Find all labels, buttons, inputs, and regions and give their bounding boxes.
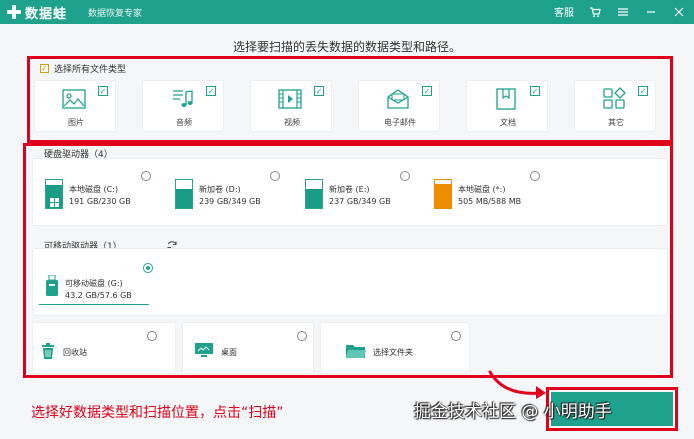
- hard-drives-panel: 本地磁盘 (C:) 191 GB/230 GB 新加卷 (D:) 239 GB/…: [32, 158, 668, 226]
- file-type-image[interactable]: ✓ 图片: [34, 80, 116, 132]
- folder-icon: [346, 345, 366, 358]
- drive-item[interactable]: 新加卷 (E:) 237 GB/349 GB: [305, 179, 415, 217]
- location-select-folder[interactable]: 选择文件夹: [320, 322, 470, 374]
- file-type-label: 文档: [500, 118, 516, 127]
- drive-capacity: 239 GB/349 GB: [199, 197, 261, 206]
- email-icon: [387, 89, 409, 109]
- file-type-label: 视频: [284, 118, 300, 127]
- plus-logo-icon: [6, 4, 22, 20]
- removable-drives-panel: 可移动磁盘 (G:) 43.2 GB/57.6 GB: [32, 248, 668, 316]
- cart-icon[interactable]: [588, 5, 602, 19]
- drive-radio[interactable]: [270, 171, 280, 181]
- drive-item[interactable]: 本地磁盘 (*:) 505 MB/588 MB: [434, 179, 544, 217]
- selected-underline: [39, 304, 149, 305]
- drive-item[interactable]: 新加卷 (D:) 239 GB/349 GB: [175, 179, 285, 217]
- drive-name: 本地磁盘 (C:): [69, 185, 119, 194]
- drive-capacity: 191 GB/230 GB: [69, 197, 131, 206]
- location-recycle-bin[interactable]: 回收站: [32, 322, 176, 374]
- select-all-file-types[interactable]: ✓ 选择所有文件类型: [40, 62, 126, 75]
- others-icon: [603, 87, 626, 109]
- audio-icon: [173, 90, 193, 107]
- drive-capacity: 505 MB/588 MB: [458, 197, 522, 206]
- drive-name: 本地磁盘 (*:): [458, 185, 506, 194]
- drive-name: 可移动磁盘 (G:): [65, 279, 123, 288]
- instruction-text: 选择好数据类型和扫描位置，点击“扫描”: [31, 405, 284, 421]
- drive-radio[interactable]: [530, 171, 540, 181]
- location-label: 选择文件夹: [373, 348, 413, 357]
- video-icon: [278, 89, 302, 109]
- location-radio[interactable]: [451, 331, 461, 341]
- recycle-bin-icon: [42, 343, 54, 359]
- file-type-checkbox[interactable]: ✓: [530, 86, 540, 96]
- file-type-checkbox[interactable]: ✓: [206, 86, 216, 96]
- drive-usage-bar: [45, 179, 63, 209]
- file-type-video[interactable]: ✓ 视频: [250, 80, 332, 132]
- drive-usage-bar: [305, 179, 323, 209]
- drive-capacity: 237 GB/349 GB: [329, 197, 391, 206]
- file-type-checkbox[interactable]: ✓: [98, 86, 108, 96]
- location-label: 回收站: [63, 348, 87, 357]
- document-icon: [496, 88, 516, 110]
- file-type-checkbox[interactable]: ✓: [422, 86, 432, 96]
- brand-name: 数据蛙: [25, 6, 68, 22]
- close-icon[interactable]: [672, 5, 686, 19]
- location-radio[interactable]: [297, 331, 307, 341]
- file-type-checkbox[interactable]: ✓: [314, 86, 324, 96]
- file-type-label: 其它: [608, 118, 624, 127]
- windows-logo-icon: [50, 198, 59, 207]
- page-title: 选择要扫描的丢失数据的数据类型和路径。: [232, 40, 461, 54]
- app-subtitle: 数据恢复专家: [88, 9, 143, 19]
- file-type-label: 音频: [176, 118, 192, 127]
- location-label: 桌面: [221, 348, 237, 357]
- file-type-label: 电子邮件: [384, 118, 416, 127]
- file-type-document[interactable]: ✓ 文档: [466, 80, 548, 132]
- minimize-icon[interactable]: [644, 5, 658, 19]
- drive-capacity: 43.2 GB/57.6 GB: [65, 291, 132, 300]
- drive-radio[interactable]: [400, 171, 410, 181]
- watermark-text: 掘金技术社区 @ 小明助手: [414, 402, 612, 422]
- drive-name: 新加卷 (E:): [329, 185, 370, 194]
- location-radio[interactable]: [147, 331, 157, 341]
- drive-item[interactable]: 本地磁盘 (C:) 191 GB/230 GB: [45, 179, 155, 217]
- menu-icon[interactable]: [616, 5, 630, 19]
- drive-usage-bar: [175, 179, 193, 209]
- drive-radio[interactable]: [141, 171, 151, 181]
- file-type-audio[interactable]: ✓ 音频: [142, 80, 224, 132]
- file-type-email[interactable]: ✓ 电子邮件: [358, 80, 440, 132]
- drive-usage-bar: [434, 179, 452, 209]
- customer-service-menu[interactable]: 客服: [554, 4, 574, 19]
- file-type-checkbox[interactable]: ✓: [638, 86, 648, 96]
- select-all-label: 选择所有文件类型: [54, 65, 127, 75]
- usb-drive-icon: [46, 275, 58, 296]
- location-desktop[interactable]: 桌面: [182, 322, 314, 374]
- desktop-icon: [195, 343, 213, 357]
- drive-name: 新加卷 (D:): [199, 185, 241, 194]
- image-icon: [62, 89, 86, 109]
- file-type-others[interactable]: ✓ 其它: [574, 80, 656, 132]
- drive-radio-selected[interactable]: [143, 263, 153, 273]
- app-logo: 数据蛙: [6, 3, 68, 22]
- title-bar: 数据蛙 数据恢复专家 客服: [0, 0, 694, 24]
- select-all-checkbox[interactable]: ✓: [40, 64, 49, 73]
- file-type-label: 图片: [68, 118, 84, 127]
- drive-item[interactable]: 可移动磁盘 (G:) 43.2 GB/57.6 GB: [41, 273, 151, 311]
